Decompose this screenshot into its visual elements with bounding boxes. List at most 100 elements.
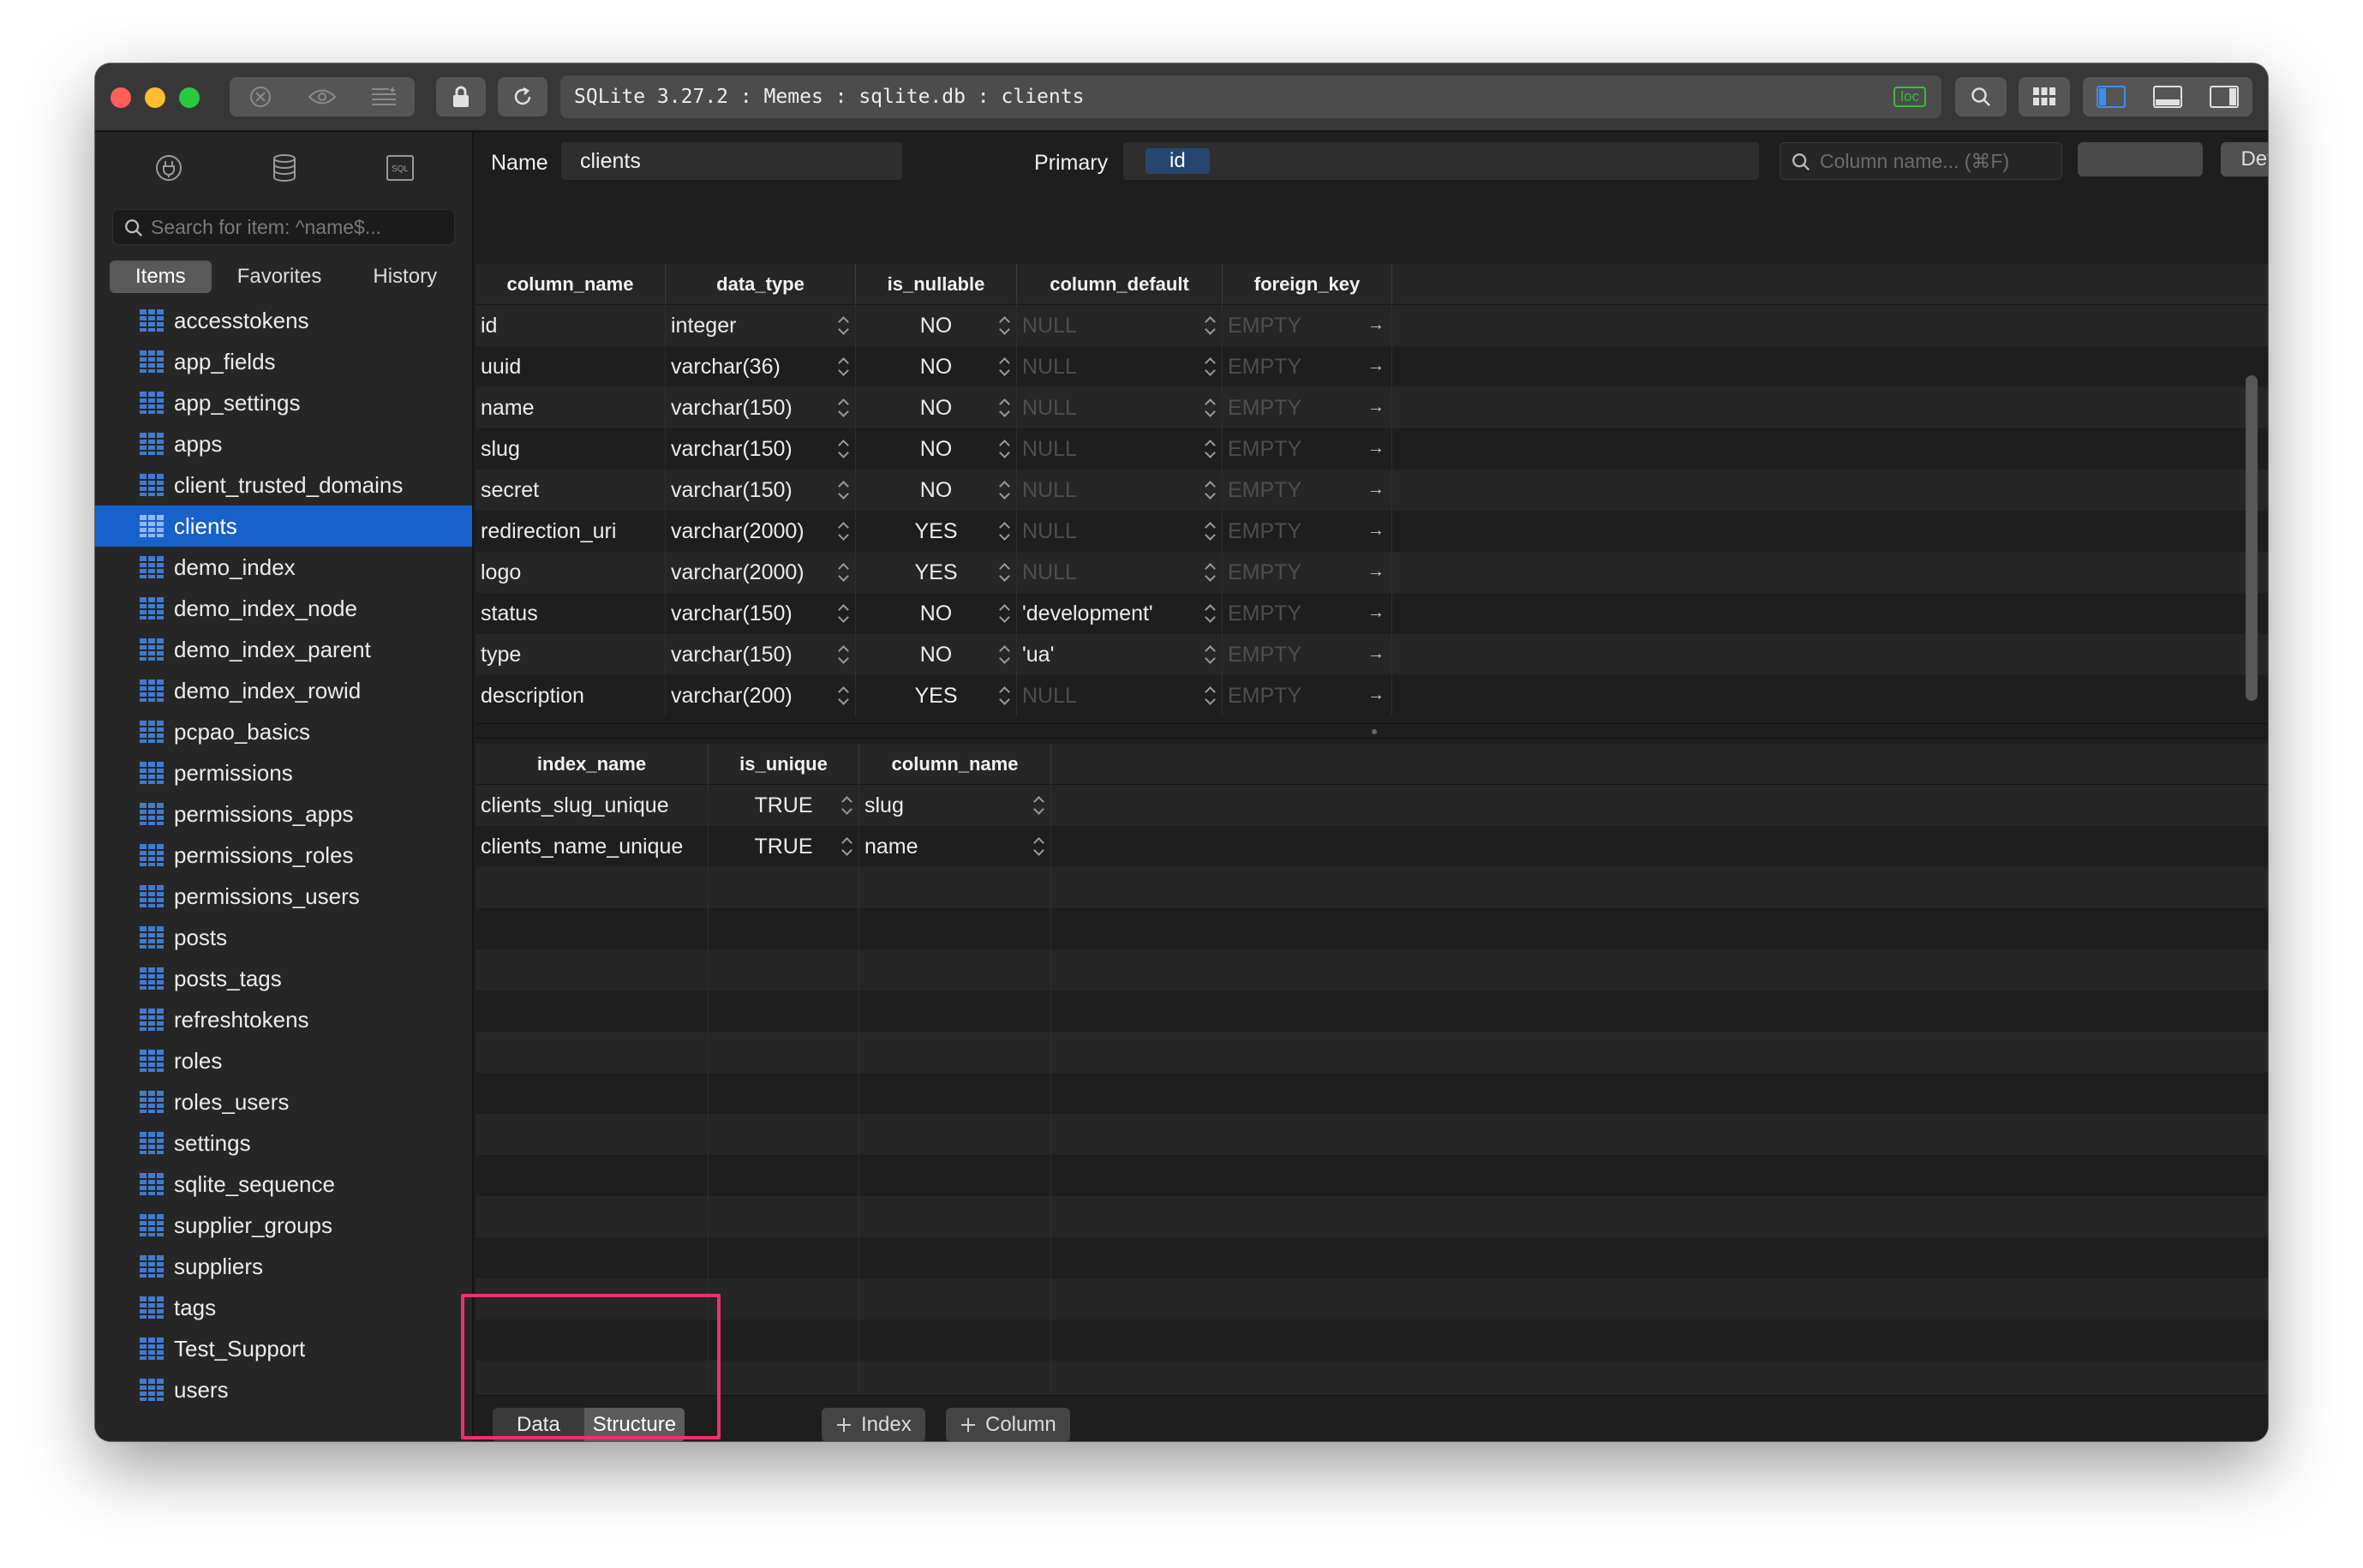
sidebar-item-demo-index-rowid[interactable]: demo_index_rowid: [95, 670, 472, 711]
table-row[interactable]: redirection_uri varchar(2000) YES NULL EMPTY…: [476, 511, 2268, 552]
cell-foreign-key[interactable]: EMPTY →: [1223, 470, 1392, 511]
pane-splitter[interactable]: [476, 723, 2268, 739]
cell-foreign-key[interactable]: EMPTY →: [1223, 305, 1392, 346]
cell-column-name[interactable]: status: [476, 593, 666, 634]
cell-data-type[interactable]: varchar(150): [666, 470, 856, 511]
select-stepper-icon[interactable]: [838, 356, 850, 377]
table-row[interactable]: name varchar(150) NO NULL EMPTY →: [476, 387, 2268, 428]
primary-key-chip[interactable]: id: [1146, 148, 1210, 174]
select-stepper-icon[interactable]: [838, 521, 850, 542]
sidebar-item-posts-tags[interactable]: posts_tags: [95, 958, 472, 999]
select-stepper-icon[interactable]: [841, 795, 853, 816]
cell-column-default[interactable]: NULL: [1017, 552, 1223, 593]
header-column-default[interactable]: column_default: [1017, 264, 1223, 305]
table-row[interactable]: status varchar(150) NO 'development' EMPTY →: [476, 593, 2268, 634]
database-icon[interactable]: [267, 153, 302, 183]
sidebar-item-app-settings[interactable]: app_settings: [95, 382, 472, 423]
cell-index-name[interactable]: clients_slug_unique: [476, 785, 709, 826]
cell-foreign-key[interactable]: EMPTY →: [1223, 428, 1392, 470]
sidebar-item-refreshtokens[interactable]: refreshtokens: [95, 999, 472, 1040]
header-index-name[interactable]: index_name: [476, 744, 709, 785]
select-stepper-icon[interactable]: [1205, 562, 1217, 583]
sidebar-item-app-fields[interactable]: app_fields: [95, 341, 472, 382]
stop-icon[interactable]: [230, 77, 291, 117]
select-stepper-icon[interactable]: [838, 644, 850, 665]
cell-is-nullable[interactable]: YES: [856, 675, 1017, 716]
sidebar-item-apps[interactable]: apps: [95, 423, 472, 464]
header-is-unique[interactable]: is_unique: [709, 744, 859, 785]
cell-data-type[interactable]: varchar(36): [666, 346, 856, 387]
sidebar-item-demo-index-parent[interactable]: demo_index_parent: [95, 629, 472, 670]
header-is-nullable[interactable]: is_nullable: [856, 264, 1017, 305]
cell-column-name[interactable]: name: [476, 387, 666, 428]
arrow-right-icon[interactable]: →: [1367, 480, 1385, 500]
sidebar-item-client-trusted-domains[interactable]: client_trusted_domains: [95, 464, 472, 506]
cell-is-nullable[interactable]: YES: [856, 511, 1017, 552]
cell-column-default[interactable]: 'ua': [1017, 634, 1223, 675]
sidebar-item-permissions-roles[interactable]: permissions_roles: [95, 835, 472, 876]
sidebar-item-demo-index[interactable]: demo_index: [95, 547, 472, 588]
sidebar-item-clients[interactable]: clients: [95, 506, 472, 547]
cell-is-nullable[interactable]: NO: [856, 387, 1017, 428]
select-stepper-icon[interactable]: [999, 480, 1011, 500]
select-stepper-icon[interactable]: [838, 439, 850, 459]
select-stepper-icon[interactable]: [999, 315, 1011, 336]
sidebar-item-accesstokens[interactable]: accesstokens: [95, 300, 472, 341]
select-stepper-icon[interactable]: [1205, 356, 1217, 377]
cell-index-column[interactable]: slug: [859, 785, 1051, 826]
table-row[interactable]: secret varchar(150) NO NULL EMPTY →: [476, 470, 2268, 511]
table-row[interactable]: description varchar(200) YES NULL EMPTY →: [476, 675, 2268, 716]
cell-is-unique[interactable]: TRUE: [709, 785, 859, 826]
sidebar-item-tags[interactable]: tags: [95, 1287, 472, 1328]
cell-foreign-key[interactable]: EMPTY →: [1223, 387, 1392, 428]
sql-icon[interactable]: SQL: [383, 153, 417, 183]
cell-data-type[interactable]: varchar(150): [666, 428, 856, 470]
arrow-right-icon[interactable]: →: [1367, 398, 1385, 417]
cell-column-default[interactable]: NULL: [1017, 346, 1223, 387]
select-stepper-icon[interactable]: [838, 398, 850, 418]
cell-column-default[interactable]: 'development': [1017, 593, 1223, 634]
cell-data-type[interactable]: varchar(2000): [666, 552, 856, 593]
sidebar-item-roles-users[interactable]: roles_users: [95, 1081, 472, 1122]
arrow-right-icon[interactable]: →: [1367, 603, 1385, 623]
cell-column-default[interactable]: NULL: [1017, 511, 1223, 552]
cell-column-default[interactable]: NULL: [1017, 675, 1223, 716]
sidebar-item-users[interactable]: users: [95, 1369, 472, 1410]
select-stepper-icon[interactable]: [838, 685, 850, 706]
select-stepper-icon[interactable]: [838, 315, 850, 336]
select-stepper-icon[interactable]: [1205, 398, 1217, 418]
cell-column-name[interactable]: type: [476, 634, 666, 675]
cell-index-name[interactable]: clients_name_unique: [476, 826, 709, 867]
sidebar-item-settings[interactable]: settings: [95, 1122, 472, 1164]
cell-is-nullable[interactable]: NO: [856, 346, 1017, 387]
select-stepper-icon[interactable]: [999, 685, 1011, 706]
structure-tab-button[interactable]: Structure: [583, 1408, 685, 1441]
cell-data-type[interactable]: varchar(200): [666, 675, 856, 716]
sidebar-item-roles[interactable]: roles: [95, 1040, 472, 1081]
header-index-column-name[interactable]: column_name: [859, 744, 1051, 785]
select-stepper-icon[interactable]: [1205, 521, 1217, 542]
cell-column-name[interactable]: secret: [476, 470, 666, 511]
tab-history[interactable]: History: [347, 260, 463, 293]
columns-grid-scrollbar[interactable]: [2246, 375, 2258, 701]
cell-foreign-key[interactable]: EMPTY →: [1223, 511, 1392, 552]
sidebar-item-pcpao-basics[interactable]: pcpao_basics: [95, 711, 472, 752]
cell-column-name[interactable]: uuid: [476, 346, 666, 387]
select-stepper-icon[interactable]: [841, 836, 853, 857]
cell-column-default[interactable]: NULL: [1017, 305, 1223, 346]
table-row[interactable]: clients_slug_unique TRUE slug: [476, 785, 2268, 826]
eye-icon[interactable]: [291, 77, 353, 117]
add-column-button[interactable]: Column: [946, 1408, 1070, 1441]
arrow-right-icon[interactable]: →: [1367, 685, 1385, 705]
header-foreign-key[interactable]: foreign_key: [1223, 264, 1392, 305]
sidebar-item-permissions-users[interactable]: permissions_users: [95, 876, 472, 917]
select-stepper-icon[interactable]: [999, 603, 1011, 624]
cell-data-type[interactable]: integer: [666, 305, 856, 346]
table-row[interactable]: uuid varchar(36) NO NULL EMPTY →: [476, 346, 2268, 387]
commit-lines-icon[interactable]: [353, 77, 415, 117]
close-window-button[interactable]: [111, 87, 131, 108]
select-stepper-icon[interactable]: [999, 439, 1011, 459]
table-row[interactable]: id integer NO NULL EMPTY →: [476, 305, 2268, 346]
cell-foreign-key[interactable]: EMPTY →: [1223, 675, 1392, 716]
zoom-window-button[interactable]: [179, 87, 200, 108]
